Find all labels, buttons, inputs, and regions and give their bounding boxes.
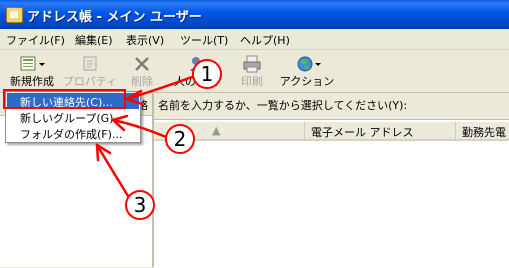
new-button-label: 新規作成: [10, 75, 54, 88]
menu-new-folder[interactable]: フォルダの作成(F)...: [7, 125, 139, 141]
menu-new-contact-label: 新しい連絡先(C)...: [20, 96, 113, 109]
new-dropdown-menu: 新しい連絡先(C)... 新しいグループ(G)... フォルダの作成(F)...: [5, 91, 141, 143]
contact-list[interactable]: ▲ 電子メール アドレス 勤務先電: [154, 119, 509, 268]
properties-icon: [83, 56, 97, 71]
find-people-button[interactable]: 人の検索: [168, 51, 224, 91]
column-email[interactable]: 電子メール アドレス: [305, 122, 456, 141]
menu-tools[interactable]: ツール(T): [180, 32, 228, 48]
menu-new-group[interactable]: 新しいグループ(G)...: [7, 109, 139, 125]
column-name[interactable]: ▲: [154, 122, 305, 141]
menu-file[interactable]: ファイル(F): [6, 32, 65, 48]
delete-label: 削除: [131, 75, 153, 88]
properties-button[interactable]: プロパティ: [62, 51, 118, 91]
menu-edit[interactable]: 編集(E): [75, 32, 113, 48]
action-button[interactable]: アクション: [278, 51, 336, 91]
find-people-label: 人の検索: [174, 75, 218, 88]
title-bar: アドレス帳 - メイン ユーザー: [0, 0, 509, 29]
print-button[interactable]: 印刷: [232, 51, 272, 91]
action-label: アクション: [279, 75, 335, 88]
column-work-phone-label: 勤務先電: [462, 126, 506, 139]
menu-help[interactable]: ヘルプ(H): [240, 32, 290, 48]
printer-icon: [243, 55, 261, 73]
find-people-icon: [190, 57, 202, 71]
contact-list-pane: 名前を入力するか、一覧から選択してください(Y): ▲ 電子メール アドレス 勤…: [154, 93, 509, 268]
delete-icon: [135, 57, 149, 71]
column-email-label: 電子メール アドレス: [311, 126, 414, 139]
new-button[interactable]: 新規作成: [4, 51, 60, 91]
menu-bar: ファイル(F) 編集(E) 表示(V) ツール(T) ヘルプ(H): [0, 29, 509, 50]
new-contact-icon: [20, 56, 45, 71]
column-work-phone[interactable]: 勤務先電: [456, 122, 509, 141]
address-book-icon: [6, 7, 23, 23]
menu-view[interactable]: 表示(V): [126, 32, 164, 48]
action-globe-icon: [297, 56, 321, 72]
toolbar: 新規作成 プロパティ 削除 人の検索 印刷 アクション: [0, 50, 509, 93]
menu-new-group-label: 新しいグループ(G)...: [20, 112, 124, 125]
search-prompt: 名前を入力するか、一覧から選択してください(Y):: [158, 99, 408, 112]
sort-indicator: ▲: [212, 124, 221, 137]
window-title: アドレス帳 - メイン ユーザー: [27, 10, 202, 25]
menu-new-folder-label: フォルダの作成(F)...: [20, 128, 123, 141]
delete-button[interactable]: 削除: [122, 51, 162, 91]
menu-new-contact[interactable]: 新しい連絡先(C)...: [7, 93, 139, 109]
properties-label: プロパティ: [62, 75, 118, 88]
print-label: 印刷: [241, 75, 263, 88]
